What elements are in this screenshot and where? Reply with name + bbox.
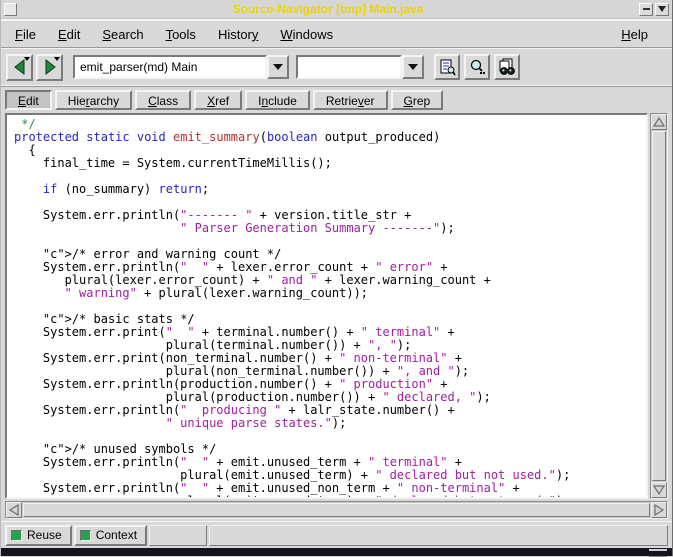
horizontal-scrollbar-thumb[interactable] bbox=[23, 503, 650, 517]
scroll-left-button[interactable] bbox=[6, 502, 22, 518]
history-forward-button[interactable] bbox=[36, 54, 63, 81]
maximize-icon bbox=[658, 6, 666, 12]
chevron-down-icon bbox=[273, 64, 283, 70]
history-forward-icon bbox=[41, 58, 59, 76]
statusbar: Reuse Context bbox=[1, 521, 672, 548]
titlebar[interactable]: Source-Navigator [tmp] Main.java bbox=[1, 0, 672, 19]
minimize-button[interactable] bbox=[639, 3, 653, 16]
arrow-up-icon bbox=[653, 116, 665, 128]
search-combobox-dropdown-button[interactable] bbox=[402, 55, 424, 79]
context-toggle[interactable]: Context bbox=[74, 525, 147, 546]
editor-document-icon bbox=[438, 58, 457, 77]
menu-edit[interactable]: Edit bbox=[52, 25, 86, 44]
grep-binoculars-icon bbox=[498, 58, 517, 77]
tab-include[interactable]: Include bbox=[245, 90, 310, 110]
menu-windows[interactable]: Windows bbox=[274, 25, 339, 44]
symbol-combobox: emit_parser(md) Main bbox=[73, 55, 289, 79]
scroll-up-button[interactable] bbox=[651, 114, 667, 130]
window-resize-edge[interactable] bbox=[1, 548, 672, 556]
code-line: final_time = System.currentTimeMillis(); bbox=[14, 157, 646, 170]
editor-button[interactable] bbox=[434, 54, 460, 80]
menu-tools[interactable]: Tools bbox=[160, 25, 202, 44]
menu-help[interactable]: Help bbox=[615, 25, 654, 44]
arrow-left-icon bbox=[8, 504, 20, 516]
arrow-right-icon bbox=[653, 504, 665, 516]
menu-history[interactable]: History bbox=[212, 25, 264, 44]
app-window: Source-Navigator [tmp] Main.java File Edi… bbox=[0, 0, 673, 556]
window-menu-icon[interactable] bbox=[4, 3, 17, 16]
toolbar: emit_parser(md) Main bbox=[1, 47, 672, 87]
symbol-combobox-dropdown-button[interactable] bbox=[267, 55, 289, 79]
vertical-scrollbar[interactable] bbox=[650, 113, 668, 499]
history-back-icon bbox=[11, 58, 29, 76]
tab-retriever[interactable]: Retriever bbox=[313, 90, 388, 110]
arrow-down-icon bbox=[653, 484, 665, 496]
minimize-icon bbox=[643, 8, 650, 10]
status-panel-2 bbox=[209, 525, 668, 546]
maximize-button[interactable] bbox=[655, 3, 669, 16]
tab-hierarchy[interactable]: Hierarchy bbox=[55, 90, 132, 110]
menu-search[interactable]: Search bbox=[96, 25, 149, 44]
symbol-combobox-input[interactable]: emit_parser(md) Main bbox=[73, 55, 267, 79]
status-panel-1 bbox=[149, 525, 207, 546]
history-back-button[interactable] bbox=[6, 54, 33, 81]
code-line: if (no_summary) return; bbox=[14, 183, 646, 196]
tab-xref[interactable]: Xref bbox=[194, 90, 242, 110]
forward-dropdown-icon bbox=[54, 57, 60, 61]
code-editor[interactable]: */protected static void emit_summary(boo… bbox=[5, 113, 648, 499]
scroll-down-button[interactable] bbox=[651, 482, 667, 498]
horizontal-scrollbar[interactable] bbox=[5, 501, 668, 519]
code-line: " unique parse states."); bbox=[14, 417, 646, 430]
view-tabs: EditHierarchyClassXrefIncludeRetrieverGr… bbox=[1, 87, 672, 110]
reuse-toggle[interactable]: Reuse bbox=[5, 525, 72, 546]
search-combobox-input[interactable] bbox=[296, 55, 402, 79]
window-title: Source-Navigator [tmp] Main.java bbox=[17, 0, 639, 18]
menubar: File Edit Search Tools History Windows Help bbox=[1, 19, 672, 47]
chevron-down-icon bbox=[408, 64, 418, 70]
editor-frame: */protected static void emit_summary(boo… bbox=[1, 110, 672, 521]
search-combobox bbox=[296, 55, 424, 79]
tab-grep[interactable]: Grep bbox=[391, 90, 444, 110]
grep-button[interactable] bbox=[494, 54, 520, 80]
code-line: " Parser Generation Summary -------"); bbox=[14, 222, 646, 235]
search-button[interactable] bbox=[464, 54, 490, 80]
tab-class[interactable]: Class bbox=[135, 90, 191, 110]
menu-file[interactable]: File bbox=[9, 25, 42, 44]
reuse-checkbox-indicator bbox=[11, 530, 22, 541]
scroll-right-button[interactable] bbox=[651, 502, 667, 518]
code-line: plural(emit.unused_term) + " declared bu… bbox=[14, 495, 646, 499]
reuse-label: Reuse bbox=[27, 528, 62, 542]
code-line: protected static void emit_summary(boole… bbox=[14, 131, 646, 144]
context-checkbox-indicator bbox=[80, 530, 91, 541]
context-label: Context bbox=[96, 528, 137, 542]
code-line: " warning" + plural(lexer.warning_count)… bbox=[14, 287, 646, 300]
search-magnifier-icon bbox=[468, 58, 487, 77]
back-dropdown-icon bbox=[24, 57, 30, 61]
vertical-scrollbar-thumb[interactable] bbox=[652, 131, 666, 481]
tab-edit[interactable]: Edit bbox=[5, 90, 52, 110]
